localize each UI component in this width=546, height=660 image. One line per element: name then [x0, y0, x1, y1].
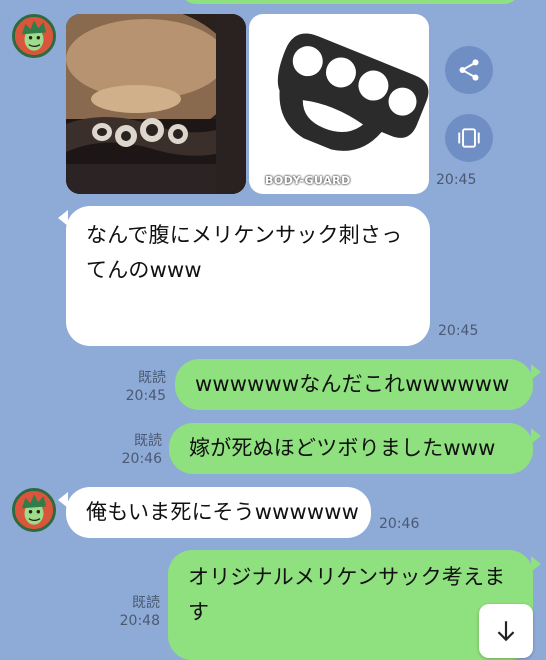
message-time: 20:45 [125, 388, 166, 404]
message-text: wwwwwwなんだこれwwwwww [195, 372, 510, 396]
read-label: 既読 [134, 433, 162, 449]
message-time: 20:45 [438, 323, 479, 339]
bubble-tail [531, 556, 541, 572]
avatar[interactable] [12, 488, 56, 532]
share-icon [459, 59, 479, 81]
photo-brass-knuckles[interactable]: BODY-GUARD [249, 14, 429, 194]
message-bubble-sent[interactable]: wwwwwwなんだこれwwwwww [175, 359, 533, 410]
scroll-to-bottom-button[interactable] [479, 604, 533, 658]
message-time: 20:46 [379, 516, 420, 532]
message-bubble-received[interactable]: なんで腹にメリケンサック刺さってんのwww [66, 206, 430, 346]
avatar[interactable] [12, 14, 56, 58]
read-receipt: 既読 20:45 [118, 369, 166, 405]
message-time: 20:46 [121, 451, 162, 467]
share-button[interactable] [445, 46, 493, 94]
watermark-label: BODY-GUARD [265, 174, 351, 187]
message-text: なんで腹にメリケンサック刺さってんのwww [86, 223, 403, 282]
arrow-down-icon [497, 621, 515, 642]
photo-belly[interactable] [66, 14, 246, 194]
message-text: 俺もいま死にそうwwwwww [86, 500, 360, 524]
message-bubble-received[interactable]: 俺もいま死にそうwwwwww [66, 487, 371, 538]
capture-icon [458, 128, 480, 148]
read-label: 既読 [138, 370, 166, 386]
message-bubble-sent[interactable]: 嫁が死ぬほどツボりましたwww [169, 423, 533, 474]
capture-button[interactable] [445, 114, 493, 162]
message-text: オリジナルメリケンサック考えます [188, 565, 506, 624]
message-time: 20:45 [436, 172, 477, 188]
read-receipt: 既読 20:46 [114, 432, 162, 468]
bubble-tail [531, 364, 541, 380]
message-text: 嫁が死ぬほどツボりましたwww [189, 436, 496, 460]
read-label: 既読 [132, 595, 160, 611]
read-receipt: 既読 20:48 [112, 594, 160, 630]
message-time: 20:48 [119, 613, 160, 629]
previous-message-edge [180, 0, 520, 4]
bubble-tail [531, 428, 541, 444]
